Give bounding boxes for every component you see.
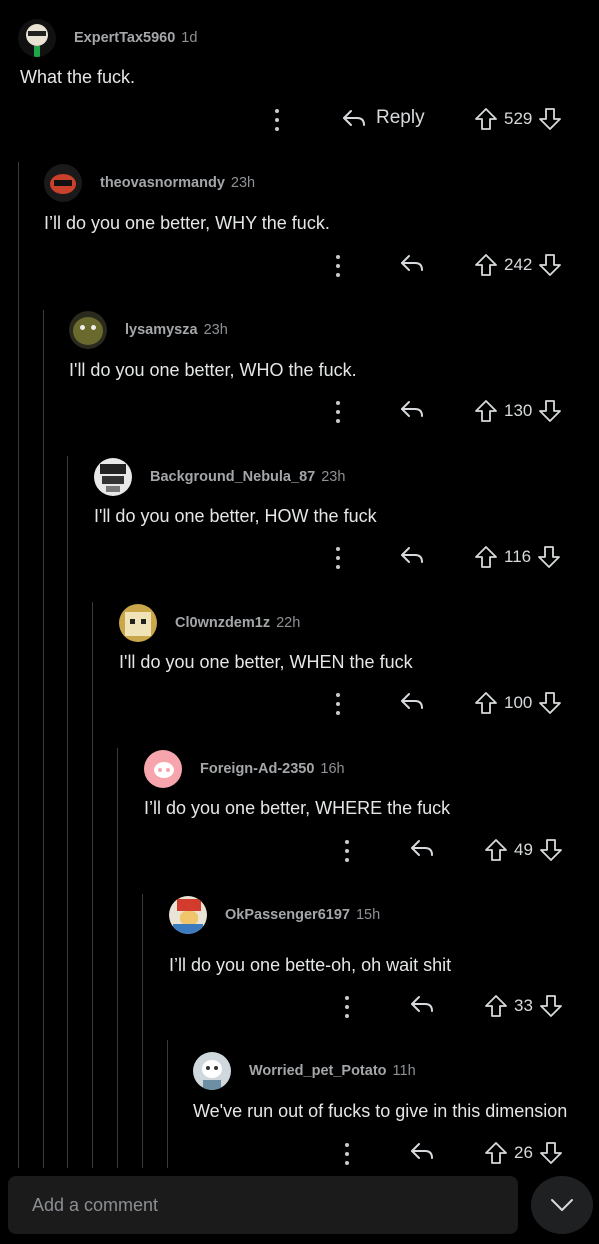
reply-button[interactable]: Reply — [342, 107, 425, 129]
avatar[interactable] — [94, 458, 132, 496]
thread-line-2[interactable] — [43, 310, 44, 1168]
vote-count: 100 — [504, 693, 533, 712]
avatar[interactable] — [119, 604, 157, 642]
username[interactable]: Foreign-Ad-2350 — [200, 761, 314, 777]
add-comment-input[interactable]: Add a comment — [8, 1176, 518, 1234]
thread-line-5[interactable] — [117, 748, 118, 1168]
more-options-icon[interactable] — [335, 255, 341, 277]
comment-body: I'll do you one better, WHO the fuck. — [69, 360, 357, 380]
timestamp: 23h — [203, 322, 228, 338]
upvote-icon[interactable] — [484, 994, 508, 1018]
reply-arrow-icon — [343, 110, 365, 126]
reply-arrow-icon — [401, 547, 423, 563]
comment-body: I’ll do you one bette-oh, oh wait shit — [169, 955, 452, 975]
reply-button[interactable] — [400, 399, 434, 419]
reply-arrow-icon — [411, 996, 433, 1012]
reply-arrow-icon — [401, 693, 423, 709]
chevron-down-icon — [551, 1199, 573, 1211]
downvote-icon[interactable] — [539, 994, 563, 1018]
upvote-icon[interactable] — [474, 399, 498, 423]
comment-body: I’ll do you one better, WHY the fuck. — [44, 213, 330, 233]
comment-body: What the fuck. — [20, 67, 136, 87]
downvote-icon[interactable] — [538, 253, 562, 277]
avatar[interactable] — [18, 19, 56, 57]
reply-label: Reply — [376, 107, 425, 128]
reply-arrow-icon — [411, 1143, 433, 1159]
reply-button[interactable] — [410, 838, 444, 858]
vote-count: 242 — [504, 255, 533, 274]
downvote-icon[interactable] — [539, 838, 563, 862]
timestamp: 23h — [230, 175, 256, 191]
more-options-icon[interactable] — [344, 840, 350, 862]
avatar[interactable] — [144, 750, 182, 788]
timestamp: 1d — [181, 30, 198, 46]
comment-body: I'll do you one better, HOW the fuck — [94, 506, 377, 526]
comment-body: I’ll do you one better, WHERE the fuck — [144, 798, 451, 818]
timestamp: 22h — [276, 615, 301, 631]
username[interactable]: ExpertTax5960 — [74, 30, 175, 46]
timestamp: 11h — [392, 1063, 416, 1079]
reply-button[interactable] — [400, 545, 434, 565]
username[interactable]: Cl0wnzdem1z — [175, 615, 270, 631]
reply-button[interactable] — [410, 994, 444, 1014]
vote-count: 33 — [514, 996, 533, 1015]
reply-arrow-icon — [401, 401, 423, 417]
reply-button[interactable] — [400, 691, 434, 711]
username[interactable]: theovasnormandy — [100, 175, 225, 191]
more-options-icon[interactable] — [335, 693, 341, 715]
downvote-icon[interactable] — [538, 691, 562, 715]
upvote-icon[interactable] — [484, 1141, 508, 1165]
thread-line-4[interactable] — [92, 602, 93, 1168]
vote-count: 529 — [504, 109, 533, 128]
more-options-icon[interactable] — [274, 109, 280, 131]
timestamp: 16h — [320, 761, 345, 777]
username[interactable]: OkPassenger6197 — [225, 907, 350, 923]
avatar[interactable] — [44, 164, 82, 202]
upvote-icon[interactable] — [474, 253, 498, 277]
vote-count: 49 — [514, 840, 533, 859]
vote-count: 116 — [504, 547, 532, 566]
reply-arrow-icon — [401, 255, 423, 271]
more-options-icon[interactable] — [335, 547, 341, 569]
upvote-icon[interactable] — [484, 838, 508, 862]
username[interactable]: Background_Nebula_87 — [150, 469, 315, 485]
comment-composer-bar: Add a comment — [0, 1170, 599, 1244]
collapse-button[interactable] — [531, 1176, 593, 1234]
reply-button[interactable] — [410, 1141, 444, 1161]
more-options-icon[interactable] — [335, 401, 341, 423]
more-options-icon[interactable] — [344, 996, 350, 1018]
upvote-icon[interactable] — [474, 545, 498, 569]
comment-body: I'll do you one better, WHEN the fuck — [119, 652, 413, 672]
upvote-icon[interactable] — [474, 107, 498, 131]
timestamp: 15h — [355, 907, 381, 923]
upvote-icon[interactable] — [474, 691, 498, 715]
thread-line-6[interactable] — [142, 894, 143, 1168]
more-options-icon[interactable] — [344, 1143, 350, 1165]
avatar[interactable] — [69, 311, 107, 349]
reply-button[interactable] — [400, 253, 434, 273]
downvote-icon[interactable] — [538, 107, 562, 131]
vote-count: 130 — [504, 401, 533, 420]
username[interactable]: Worried_pet_Potato — [249, 1063, 387, 1079]
downvote-icon[interactable] — [539, 1141, 563, 1165]
vote-count: 26 — [514, 1143, 533, 1162]
username[interactable]: lysamysza — [125, 322, 198, 338]
downvote-icon[interactable] — [538, 399, 562, 423]
timestamp: 23h — [321, 469, 346, 485]
avatar[interactable] — [193, 1052, 231, 1090]
reply-arrow-icon — [411, 840, 433, 856]
comment-body: We've run out of fucks to give in this d… — [193, 1101, 568, 1121]
avatar[interactable] — [169, 896, 207, 934]
downvote-icon[interactable] — [537, 545, 561, 569]
